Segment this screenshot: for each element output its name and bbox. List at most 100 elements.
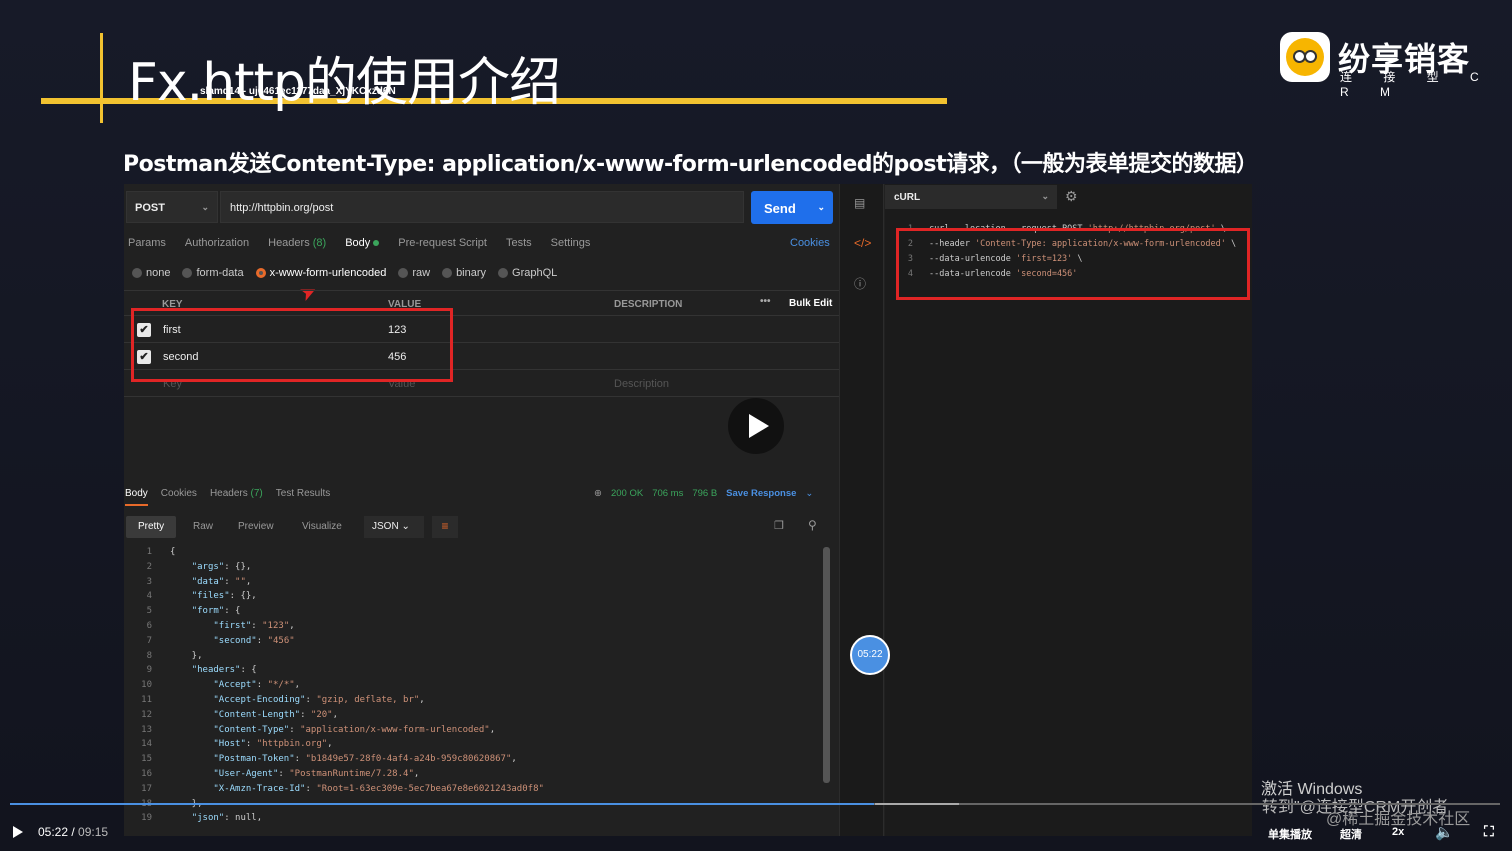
code-line: 4 "files": {}, [124,591,824,606]
volume-icon[interactable]: 🔈 [1435,823,1454,841]
description-placeholder[interactable]: Description [614,378,669,390]
speed-button[interactable]: 2x [1392,826,1404,838]
code-text: "Accept-Encoding": "gzip, deflate, br", [213,694,425,705]
code-text: "json": null, [191,813,263,824]
cookies-link[interactable]: Cookies [790,237,830,249]
radio-icon [442,268,453,278]
line-number: 14 [141,739,152,750]
search-icon[interactable]: ⚲ [808,518,817,532]
highlight-box-snippet [896,228,1250,300]
tab-headers[interactable]: Headers (8) [268,237,326,249]
code-text: { [170,547,176,557]
tab-headers-label: Headers [268,237,310,249]
response-tab-cookies[interactable]: Cookies [161,488,197,506]
line-number: 9 [146,665,152,676]
send-button[interactable]: Send ⌄ [751,191,833,224]
format-select[interactable]: JSON ⌄ [364,516,424,538]
tab-params[interactable]: Params [128,237,166,249]
info-icon[interactable]: ⓘ [854,275,866,292]
documentation-icon[interactable]: ▤ [854,196,865,210]
response-tab-headers[interactable]: Headers (7) [210,488,263,506]
request-pane: POST ⌄ http://httpbin.org/post Send ⌄ Pa… [124,184,839,836]
line-number: 16 [141,768,152,779]
line-number: 10 [141,680,152,691]
tab-tests[interactable]: Tests [506,237,532,249]
code-line: 10 "Accept": "*/*", [124,680,824,695]
line-number: 12 [141,709,152,720]
request-tabs: Params Authorization Headers (8) Body Pr… [128,237,590,249]
highlight-box-params [131,308,453,382]
code-line: 17 "X-Amzn-Trace-Id": "Root=1-63ec309e-5… [124,784,824,799]
url-input[interactable]: http://httpbin.org/post [220,191,744,223]
play-icon[interactable] [13,826,23,838]
chevron-down-icon: ⌄ [201,202,209,212]
fullscreen-icon[interactable]: ⛶ [1484,823,1494,840]
radio-icon [182,268,193,278]
code-line: 8 }, [124,651,824,666]
line-number: 8 [146,650,152,661]
response-headers-count: (7) [250,488,263,499]
view-raw[interactable]: Raw [193,516,213,538]
code-text: "form": { [191,606,241,617]
radio-selected-icon [255,268,266,278]
bulk-edit-button[interactable]: Bulk Edit [789,298,832,309]
radio-graphql[interactable]: GraphQL [498,267,557,279]
tab-authorization[interactable]: Authorization [185,237,249,249]
chevron-down-icon[interactable]: ⌄ [817,202,825,213]
tab-body[interactable]: Body [345,237,380,249]
radio-binary[interactable]: binary [442,267,486,279]
code-icon[interactable]: </> [854,236,871,250]
side-rail: ▤ </> ⓘ [839,184,884,836]
tab-body-label: Body [345,237,371,249]
radio-form-data[interactable]: form-data [182,267,244,279]
progress-played [10,803,875,805]
chevron-down-icon[interactable]: ⌄ [805,488,813,499]
response-tab-headers-label: Headers [209,488,248,499]
video-play-icon[interactable] [728,398,784,454]
save-response-button[interactable]: Save Response [726,488,796,499]
code-line: 19 "json": null, [124,813,824,828]
view-pretty[interactable]: Pretty [126,516,177,538]
code-line: 15 "Postman-Token": "b1849e57-28f0-4af4-… [124,754,824,769]
single-play-button[interactable]: 单集播放 [1268,826,1312,842]
globe-icon: ⊕ [594,488,602,499]
format-label: JSON [372,521,399,532]
code-line: 1{ [124,547,824,562]
response-tab-body[interactable]: Body [125,488,148,506]
method-select[interactable]: POST ⌄ [126,191,218,223]
radio-raw[interactable]: raw [398,267,430,279]
response-scrollbar[interactable] [823,547,830,783]
gear-icon[interactable]: ⚙ [1065,188,1078,205]
code-line: 11 "Accept-Encoding": "gzip, deflate, br… [124,695,824,710]
view-visualize[interactable]: Visualize [302,516,342,538]
tab-settings[interactable]: Settings [551,237,591,249]
status-code: 200 OK [610,488,644,499]
copy-icon[interactable]: ❐ [774,519,784,532]
current-time: 05:22 [38,825,69,839]
line-number: 19 [141,813,152,824]
postman-window: POST ⌄ http://httpbin.org/post Send ⌄ Pa… [124,184,1252,836]
more-icon[interactable]: ••• [760,296,771,307]
radio-none[interactable]: none [132,267,170,279]
radio-x-www-form-urlencoded[interactable]: x-www-form-urlencoded [255,267,386,279]
radio-label: none [146,267,171,279]
tab-pre-request-script[interactable]: Pre-request Script [398,237,487,249]
radio-label: binary [456,267,487,279]
code-text: "Content-Length": "20", [213,709,339,720]
code-text: "args": {}, [191,561,252,572]
slide: Fx.http的使用介绍 slamd14 - uj6461ec1177daa_X… [0,0,1512,851]
response-tab-test-results[interactable]: Test Results [276,488,330,506]
wrap-lines-icon[interactable]: ≡ [432,516,458,538]
snippet-language-select[interactable]: cURL ⌄ [885,185,1057,209]
code-text: "Content-Type": "application/x-www-form-… [213,724,496,735]
radio-label: raw [412,267,431,279]
response-body-code: 1{2 "args": {}, 3 "data": "", 4 "files": {… [124,547,824,828]
title-accent-bar [100,33,103,123]
code-line: 2 "args": {}, [124,562,824,577]
code-text: "Host": "httpbin.org", [213,739,333,750]
quality-button[interactable]: 超清 [1340,826,1362,842]
code-text: "Postman-Token": "b1849e57-28f0-4af4-a24… [213,754,517,765]
view-preview[interactable]: Preview [238,516,274,538]
code-line: 18 }, [124,799,824,814]
radio-label: GraphQL [512,267,558,279]
